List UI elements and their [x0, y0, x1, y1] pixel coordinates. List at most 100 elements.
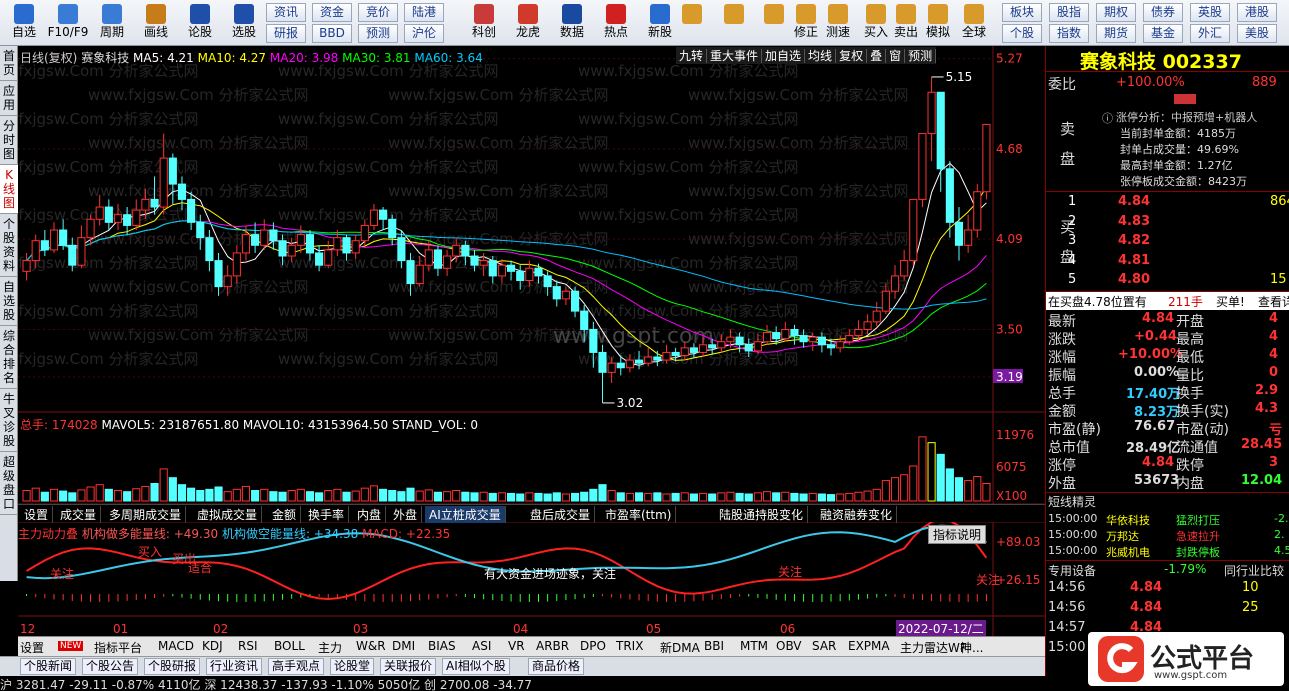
- info-tab-7[interactable]: AI相似个股: [442, 658, 510, 675]
- kline-tool-6[interactable]: 窗: [886, 49, 906, 63]
- market-tag[interactable]: 个股: [1002, 24, 1042, 43]
- market-tag[interactable]: 期货: [1096, 24, 1136, 43]
- toolbar-right-button-8[interactable]: 全球: [958, 2, 990, 44]
- tag-button[interactable]: 资讯: [266, 3, 306, 22]
- indicator-tab-7[interactable]: 主力: [318, 639, 342, 656]
- subtab-11[interactable]: 陆股通持股变化: [715, 506, 809, 523]
- indicator-tab-0[interactable]: 设置: [20, 639, 44, 656]
- info-tab-6[interactable]: 关联报价: [380, 658, 437, 675]
- market-tag[interactable]: 股指: [1049, 3, 1089, 22]
- left-tab-5[interactable]: 自选股: [0, 277, 18, 326]
- chart-area[interactable]: www.fxjgsw.Com 分析家公式网 www.fxjgsw.Com 分析家公…: [18, 46, 1045, 637]
- view-detail-link[interactable]: 查看详: [1258, 293, 1289, 310]
- kline-tool-2[interactable]: 加自选: [762, 49, 806, 63]
- left-tab-7[interactable]: 牛叉诊股: [0, 389, 18, 452]
- indicator-tab-13[interactable]: ARBR: [536, 639, 569, 653]
- left-tab-1[interactable]: 应用: [0, 81, 18, 116]
- kline-tool-1[interactable]: 重大事件: [707, 49, 763, 63]
- indicator-tab-16[interactable]: 新DMA: [660, 639, 700, 656]
- indicator-tab-11[interactable]: ASI: [472, 639, 491, 653]
- market-tag[interactable]: 美股: [1237, 24, 1277, 43]
- info-tab-0[interactable]: 个股新闻: [20, 658, 77, 675]
- info-tab-2[interactable]: 个股研报: [144, 658, 201, 675]
- indicator-tab-14[interactable]: DPO: [580, 639, 606, 653]
- kline-tool-4[interactable]: 复权: [836, 49, 868, 63]
- subtab-9[interactable]: 盘后成交量: [526, 506, 596, 523]
- toolbar-button-0[interactable]: 自选: [2, 2, 46, 44]
- subtab-4[interactable]: 金额: [268, 506, 302, 523]
- indicator-tab-3[interactable]: MACD: [158, 639, 194, 653]
- left-tab-3[interactable]: K线图: [0, 165, 18, 214]
- tag-button[interactable]: BBD: [312, 24, 352, 43]
- collapse-chevron-icon[interactable]: [1174, 94, 1196, 104]
- info-tab-8[interactable]: 商品价格: [528, 658, 585, 675]
- toolbar-button-3[interactable]: 画线: [134, 2, 178, 44]
- tag-button[interactable]: 陆港: [404, 3, 444, 22]
- kline-tool-7[interactable]: 预测: [905, 49, 937, 63]
- subtab-8[interactable]: AI立桩成交量: [425, 506, 506, 523]
- left-tab-8[interactable]: 超级盘口: [0, 452, 18, 515]
- indicator-tab-6[interactable]: BOLL: [274, 639, 305, 653]
- market-tag[interactable]: 期权: [1096, 3, 1136, 22]
- market-tag[interactable]: 外汇: [1190, 24, 1230, 43]
- market-tag[interactable]: 债券: [1143, 3, 1183, 22]
- toolbar-right-button-6[interactable]: 卖出: [890, 2, 922, 44]
- indicator-tab-23[interactable]: 神...: [960, 639, 983, 656]
- info-tab-3[interactable]: 行业资讯: [206, 658, 263, 675]
- left-tab-0[interactable]: 首页: [0, 46, 18, 81]
- toolbar-right-button-4[interactable]: 测速: [822, 2, 854, 44]
- toolbar-button-7[interactable]: 龙虎: [506, 2, 550, 44]
- indicator-tab-12[interactable]: VR: [508, 639, 525, 653]
- kline-tool-3[interactable]: 均线: [805, 49, 837, 63]
- tag-button[interactable]: 沪伦: [404, 24, 444, 43]
- indicator-tab-10[interactable]: BIAS: [428, 639, 456, 653]
- toolbar-button-6[interactable]: 科创: [462, 2, 506, 44]
- toolbar-right-button-7[interactable]: 模拟: [922, 2, 954, 44]
- toolbar-button-5[interactable]: 选股: [222, 2, 266, 44]
- indicator-tab-20[interactable]: SAR: [812, 639, 836, 653]
- toolbar-right-button-5[interactable]: 买入: [860, 2, 892, 44]
- subtab-1[interactable]: 成交量: [56, 506, 102, 523]
- subtab-0[interactable]: 设置: [20, 506, 54, 523]
- left-tab-2[interactable]: 分时图: [0, 116, 18, 165]
- subtab-10[interactable]: 市盈率(ttm): [601, 506, 677, 523]
- subtab-3[interactable]: 虚拟成交量: [193, 506, 263, 523]
- toolbar-button-9[interactable]: 热点: [594, 2, 638, 44]
- kline-tool-5[interactable]: 叠: [867, 49, 887, 63]
- tag-button[interactable]: 资金: [312, 3, 352, 22]
- tag-button[interactable]: 研报: [266, 24, 306, 43]
- market-tag[interactable]: 板块: [1002, 3, 1042, 22]
- info-tab-5[interactable]: 论股堂: [330, 658, 375, 675]
- toolbar-button-4[interactable]: 论股: [178, 2, 222, 44]
- toolbar-right-button-2[interactable]: [758, 2, 790, 44]
- indicator-tab-2[interactable]: 指标平台: [94, 639, 142, 656]
- subtab-2[interactable]: 多周期成交量: [105, 506, 187, 523]
- info-tab-4[interactable]: 高手观点: [268, 658, 325, 675]
- tag-button[interactable]: 预测: [358, 24, 398, 43]
- indicator-tab-18[interactable]: MTM: [740, 639, 768, 653]
- subtab-5[interactable]: 换手率: [304, 506, 350, 523]
- indicator-tab-19[interactable]: OBV: [776, 639, 802, 653]
- kline-tool-0[interactable]: 九转: [676, 49, 708, 63]
- market-tag[interactable]: 英股: [1190, 3, 1230, 22]
- indicator-help-button[interactable]: 指标说明: [928, 525, 987, 544]
- info-tab-1[interactable]: 个股公告: [82, 658, 139, 675]
- toolbar-right-button-3[interactable]: 修正: [790, 2, 822, 44]
- indicator-tab-1[interactable]: NEW: [58, 641, 84, 651]
- toolbar-button-1[interactable]: F10/F9: [46, 2, 90, 44]
- subtab-12[interactable]: 融资融券变化: [816, 506, 898, 523]
- market-tag[interactable]: 港股: [1237, 3, 1277, 22]
- subtab-7[interactable]: 外盘: [389, 506, 423, 523]
- indicator-tab-21[interactable]: EXPMA: [848, 639, 890, 653]
- indicator-tab-15[interactable]: TRIX: [616, 639, 643, 653]
- tag-button[interactable]: 竞价: [358, 3, 398, 22]
- toolbar-right-button-1[interactable]: [718, 2, 750, 44]
- indicator-tab-8[interactable]: W&R: [356, 639, 386, 653]
- market-tag[interactable]: 基金: [1143, 24, 1183, 43]
- indicator-tab-22[interactable]: 主力雷达WF: [900, 639, 967, 656]
- indicator-tab-5[interactable]: RSI: [238, 639, 258, 653]
- left-tab-4[interactable]: 个股资料: [0, 214, 18, 277]
- indicator-tab-4[interactable]: KDJ: [202, 639, 223, 653]
- indicator-tab-9[interactable]: DMI: [392, 639, 415, 653]
- subtab-6[interactable]: 内盘: [353, 506, 387, 523]
